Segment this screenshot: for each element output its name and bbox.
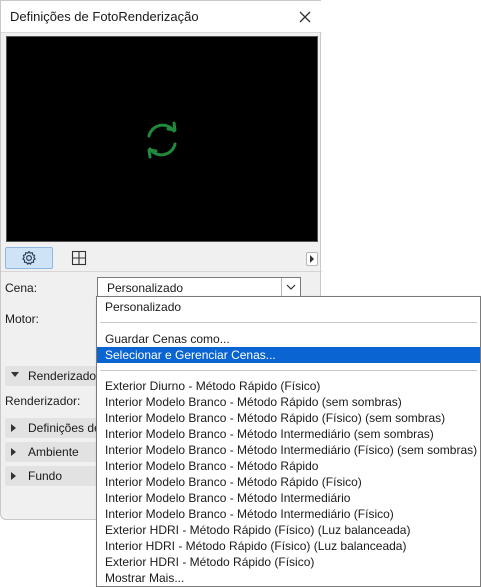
divider bbox=[1, 271, 322, 272]
dropdown-separator bbox=[100, 370, 477, 371]
render-preview bbox=[6, 36, 318, 242]
title-bar: Definições de FotoRenderização bbox=[1, 1, 322, 33]
gear-icon bbox=[22, 250, 36, 265]
dropdown-option-preset[interactable]: Interior Modelo Branco - Método Rápido (… bbox=[97, 474, 480, 490]
section-environment-label: Ambiente bbox=[28, 445, 79, 459]
section-background[interactable]: Fundo bbox=[5, 466, 101, 486]
triangle-right-icon bbox=[11, 448, 16, 456]
chevron-right-icon bbox=[310, 255, 314, 263]
dropdown-option-preset[interactable]: Interior Modelo Branco - Método Intermed… bbox=[97, 442, 480, 458]
grid-icon bbox=[71, 250, 87, 266]
close-icon bbox=[299, 11, 311, 23]
scene-label: Cena: bbox=[5, 281, 38, 295]
scene-select-arrow[interactable] bbox=[281, 278, 300, 296]
scene-select[interactable]: Personalizado bbox=[97, 277, 301, 297]
engine-label: Motor: bbox=[5, 312, 40, 326]
dropdown-option-save-scenes[interactable]: Guardar Cenas como... bbox=[97, 331, 480, 347]
renderer-label: Renderizador: bbox=[5, 394, 81, 408]
section-definitions-label: Definições de bbox=[28, 421, 101, 435]
dropdown-option-manage-scenes[interactable]: Selecionar e Gerenciar Cenas... bbox=[97, 347, 480, 363]
scene-select-value: Personalizado bbox=[107, 281, 184, 295]
triangle-right-icon bbox=[11, 472, 16, 480]
refresh-icon bbox=[147, 121, 177, 159]
dropdown-option-preset[interactable]: Exterior HDRI - Método Rápido (Físico) bbox=[97, 554, 480, 570]
dropdown-option-preset[interactable]: Interior Modelo Branco - Método Intermed… bbox=[97, 426, 480, 442]
tab-scroll-right-button[interactable] bbox=[306, 252, 318, 266]
dropdown-separator bbox=[100, 322, 477, 323]
dropdown-option-preset[interactable]: Interior Modelo Branco - Método Intermed… bbox=[97, 490, 480, 506]
scene-dropdown-list: Personalizado Guardar Cenas como... Sele… bbox=[96, 296, 481, 587]
tab-layout[interactable] bbox=[55, 247, 103, 269]
section-renderer[interactable]: Renderizador bbox=[5, 366, 101, 386]
dropdown-option-preset[interactable]: Exterior HDRI - Método Rápido (Físico) (… bbox=[97, 522, 480, 538]
triangle-down-icon bbox=[11, 372, 19, 377]
dropdown-option-preset[interactable]: Interior Modelo Branco - Método Rápido bbox=[97, 458, 480, 474]
section-environment[interactable]: Ambiente bbox=[5, 442, 101, 462]
tab-bar bbox=[1, 245, 322, 271]
close-button[interactable] bbox=[294, 6, 316, 28]
section-background-label: Fundo bbox=[28, 469, 63, 483]
triangle-right-icon bbox=[11, 424, 16, 432]
dropdown-option-preset[interactable]: Interior Modelo Branco - Método Rápido (… bbox=[97, 410, 480, 426]
tab-settings[interactable] bbox=[5, 247, 53, 269]
section-renderer-label: Renderizador bbox=[28, 369, 101, 383]
dropdown-option-show-more[interactable]: Mostrar Mais... bbox=[97, 570, 480, 586]
window-title: Definições de FotoRenderização bbox=[10, 9, 199, 24]
dropdown-option-preset[interactable]: Interior HDRI - Método Rápido (Físico) (… bbox=[97, 538, 480, 554]
chevron-down-icon bbox=[286, 284, 296, 290]
section-definitions[interactable]: Definições de bbox=[5, 418, 101, 438]
dropdown-option-current[interactable]: Personalizado bbox=[97, 299, 480, 315]
dropdown-option-preset[interactable]: Interior Modelo Branco - Método Rápido (… bbox=[97, 394, 480, 410]
dropdown-option-preset[interactable]: Interior Modelo Branco - Método Intermed… bbox=[97, 506, 480, 522]
dropdown-option-preset[interactable]: Exterior Diurno - Método Rápido (Físico) bbox=[97, 378, 480, 394]
